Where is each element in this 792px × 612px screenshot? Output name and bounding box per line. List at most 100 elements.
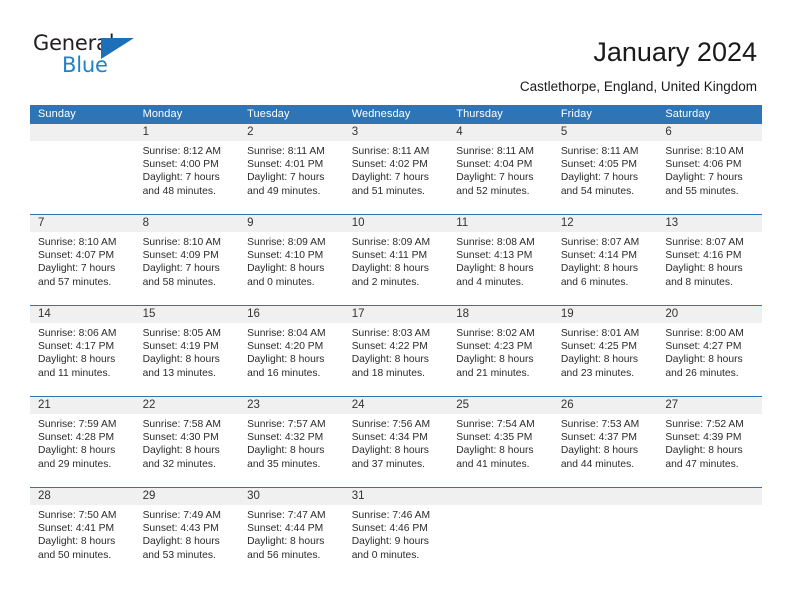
day-sun-info: Sunrise: 7:52 AM Sunset: 4:39 PM Daylight:… [657,414,762,471]
sunset-text: Sunset: 4:06 PM [665,159,742,171]
daylight-text-line1: Daylight: 8 hours [247,536,325,548]
calendar-day-cell[interactable]: 16 Sunrise: 8:04 AM Sunset: 4:20 PM Dayligh… [239,306,344,396]
day-number: 25 [448,397,553,414]
calendar-day-cell[interactable]: 30 Sunrise: 7:47 AM Sunset: 4:44 PM Dayligh… [239,488,344,578]
calendar-day-cell[interactable]: 14 Sunrise: 8:06 AM Sunset: 4:17 PM Dayligh… [30,306,135,396]
day-sun-info: Sunrise: 7:46 AM Sunset: 4:46 PM Daylight:… [344,505,449,562]
weekday-header-sunday: Sunday [38,108,76,120]
calendar-day-cell[interactable]: 7 Sunrise: 8:10 AM Sunset: 4:07 PM Daylight… [30,215,135,305]
sunset-text: Sunset: 4:19 PM [142,341,219,353]
sunrise-text: Sunrise: 7:53 AM [560,419,640,430]
daylight-text-line2: and 18 minutes. [351,367,425,379]
sunset-text: Sunset: 4:39 PM [665,432,742,444]
calendar-day-cell[interactable]: 13 Sunrise: 8:07 AM Sunset: 4:16 PM Dayligh… [657,215,762,305]
sunrise-text: Sunrise: 8:07 AM [665,237,744,248]
sunrise-text: Sunrise: 7:47 AM [247,510,326,521]
calendar-day-cell[interactable]: 2 Sunrise: 8:11 AM Sunset: 4:01 PM Daylight… [239,124,344,214]
sunset-text: Sunset: 4:46 PM [351,523,428,535]
calendar-day-cell[interactable]: 19 Sunrise: 8:01 AM Sunset: 4:25 PM Dayligh… [552,306,658,396]
day-sun-info: Sunrise: 7:50 AM Sunset: 4:41 PM Daylight:… [30,505,135,562]
day-sun-info: Sunrise: 8:10 AM Sunset: 4:06 PM Daylight:… [657,141,762,198]
day-number: 26 [552,397,658,414]
day-number: 29 [134,488,240,505]
calendar-day-cell[interactable]: 27 Sunrise: 7:52 AM Sunset: 4:39 PM Dayligh… [657,397,762,487]
calendar-day-cell[interactable]: 9 Sunrise: 8:09 AM Sunset: 4:10 PM Daylight… [239,215,344,305]
daylight-text-line2: and 55 minutes. [665,185,739,197]
sunset-text: Sunset: 4:37 PM [560,432,637,444]
calendar-day-cell[interactable]: 10 Sunrise: 8:09 AM Sunset: 4:11 PM Dayligh… [343,215,449,305]
calendar-day-cell[interactable]: 11 Sunrise: 8:08 AM Sunset: 4:13 PM Dayligh… [448,215,553,305]
sunset-text: Sunset: 4:00 PM [142,159,219,171]
day-sun-info: Sunrise: 8:11 AM Sunset: 4:02 PM Daylight:… [344,141,449,198]
daylight-text-line1: Daylight: 8 hours [665,445,743,457]
day-number: 28 [30,488,135,505]
page-title: January 2024 [593,37,757,67]
calendar-day-cell[interactable]: 6 Sunrise: 8:10 AM Sunset: 4:06 PM Daylight… [657,124,762,214]
sunset-text: Sunset: 4:04 PM [456,159,533,171]
daylight-text-line1: Daylight: 8 hours [456,354,534,366]
daylight-text-line1: Daylight: 8 hours [665,354,743,366]
calendar-day-cell[interactable]: 5 Sunrise: 8:11 AM Sunset: 4:05 PM Daylight… [552,124,658,214]
calendar-day-cell[interactable]: 23 Sunrise: 7:57 AM Sunset: 4:32 PM Dayligh… [239,397,344,487]
day-number: 12 [552,215,658,232]
sunrise-text: Sunrise: 7:59 AM [38,419,117,430]
calendar-day-cell[interactable]: 3 Sunrise: 8:11 AM Sunset: 4:02 PM Daylight… [343,124,449,214]
daylight-text-line2: and 21 minutes. [456,367,530,379]
daylight-text-line1: Daylight: 8 hours [38,445,116,457]
daylight-text-line1: Daylight: 8 hours [247,263,325,275]
day-sun-info: Sunrise: 7:49 AM Sunset: 4:43 PM Daylight:… [135,505,240,562]
calendar-day-cell[interactable]: 18 Sunrise: 8:02 AM Sunset: 4:23 PM Dayligh… [448,306,553,396]
sunrise-text: Sunrise: 8:01 AM [560,328,640,339]
day-number: 6 [657,124,762,141]
daylight-text-line2: and 35 minutes. [247,458,321,470]
calendar-day-cell[interactable]: 4 Sunrise: 8:11 AM Sunset: 4:04 PM Daylight… [448,124,553,214]
day-number: 22 [134,397,240,414]
daylight-text-line2: and 23 minutes. [560,367,635,379]
calendar-day-cell[interactable]: 26 Sunrise: 7:53 AM Sunset: 4:37 PM Dayligh… [552,397,658,487]
calendar-day-cell[interactable]: 28 Sunrise: 7:50 AM Sunset: 4:41 PM Dayligh… [30,488,135,578]
sunrise-text: Sunrise: 7:56 AM [351,419,431,430]
day-sun-info: Sunrise: 8:11 AM Sunset: 4:01 PM Daylight:… [239,141,344,198]
day-number: 19 [552,306,658,323]
calendar-day-cell[interactable]: 31 Sunrise: 7:46 AM Sunset: 4:46 PM Dayligh… [343,488,449,578]
day-sun-info: Sunrise: 7:58 AM Sunset: 4:30 PM Daylight:… [135,414,240,471]
sunrise-text: Sunrise: 8:10 AM [665,146,744,157]
day-sun-info: Sunrise: 7:56 AM Sunset: 4:34 PM Daylight:… [344,414,449,471]
daylight-text-line2: and 16 minutes. [247,367,321,379]
calendar-day-cell[interactable]: 17 Sunrise: 8:03 AM Sunset: 4:22 PM Dayligh… [343,306,449,396]
calendar-day-cell[interactable]: 15 Sunrise: 8:05 AM Sunset: 4:19 PM Dayligh… [134,306,240,396]
sunrise-text: Sunrise: 8:05 AM [142,328,221,339]
day-sun-info: Sunrise: 8:07 AM Sunset: 4:14 PM Daylight:… [553,232,658,289]
calendar-day-cell[interactable]: 29 Sunrise: 7:49 AM Sunset: 4:43 PM Dayligh… [134,488,240,578]
calendar-day-cell[interactable]: 20 Sunrise: 8:00 AM Sunset: 4:27 PM Dayligh… [657,306,762,396]
daylight-text-line2: and 41 minutes. [456,458,530,470]
sunrise-text: Sunrise: 7:54 AM [456,419,535,430]
sunset-text: Sunset: 4:25 PM [560,341,637,353]
sunrise-text: Sunrise: 7:58 AM [142,419,221,430]
calendar-day-cell[interactable]: 21 Sunrise: 7:59 AM Sunset: 4:28 PM Dayligh… [30,397,135,487]
daylight-text-line2: and 58 minutes. [142,276,216,288]
sunrise-text: Sunrise: 8:04 AM [247,328,326,339]
daylight-text-line2: and 50 minutes. [38,549,112,561]
day-sun-info: Sunrise: 8:07 AM Sunset: 4:16 PM Daylight:… [657,232,762,289]
sunset-text: Sunset: 4:10 PM [247,250,324,262]
daylight-text-line1: Daylight: 8 hours [560,263,639,275]
daylight-text-line2: and 54 minutes. [560,185,635,197]
sunrise-text: Sunrise: 8:11 AM [456,146,534,157]
day-number: 16 [239,306,344,323]
day-number: 14 [30,306,135,323]
day-number: 15 [134,306,240,323]
sunset-text: Sunset: 4:07 PM [38,250,115,262]
sunrise-text: Sunrise: 8:09 AM [247,237,326,248]
calendar-day-cell[interactable]: 12 Sunrise: 8:07 AM Sunset: 4:14 PM Dayligh… [552,215,658,305]
page-header: General Blue January 2024 Castlethorpe, … [0,0,792,100]
sunrise-text: Sunrise: 8:11 AM [351,146,430,157]
calendar-day-cell[interactable]: 24 Sunrise: 7:56 AM Sunset: 4:34 PM Dayligh… [343,397,449,487]
calendar-day-cell[interactable]: 25 Sunrise: 7:54 AM Sunset: 4:35 PM Dayligh… [448,397,553,487]
calendar-day-cell[interactable]: 1 Sunrise: 8:12 AM Sunset: 4:00 PM Daylight… [134,124,240,214]
calendar-day-cell[interactable]: 8 Sunrise: 8:10 AM Sunset: 4:09 PM Daylight… [134,215,240,305]
day-number: 27 [657,397,762,414]
day-number: 9 [239,215,344,232]
sunset-text: Sunset: 4:02 PM [351,159,428,171]
calendar-day-cell[interactable]: 22 Sunrise: 7:58 AM Sunset: 4:30 PM Dayligh… [134,397,240,487]
